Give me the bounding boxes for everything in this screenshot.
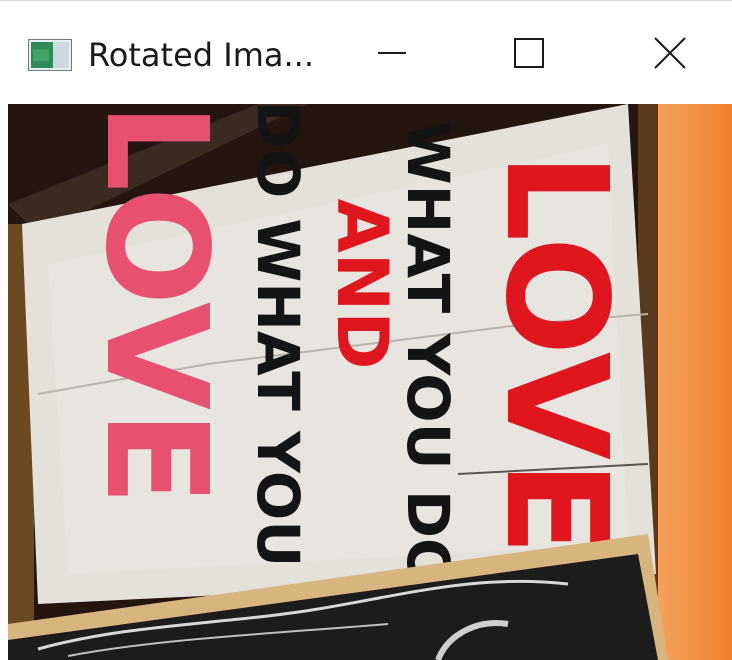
maximize-icon xyxy=(513,37,545,73)
sign-and: AND xyxy=(321,199,403,370)
sign-love-top: LOVE xyxy=(474,152,637,555)
image-app-icon xyxy=(28,39,72,71)
orange-fabric xyxy=(658,104,732,660)
close-icon xyxy=(653,36,687,74)
sign-do-what-you: DO WHAT YOU xyxy=(244,104,312,567)
minimize-button[interactable] xyxy=(344,23,440,87)
title-bar[interactable]: Rotated Ima... xyxy=(0,0,732,105)
close-button[interactable] xyxy=(622,23,718,87)
rotated-image-window: Rotated Ima... LOVE WHAT YOU DO AND DO W… xyxy=(0,0,732,660)
image-canvas: LOVE WHAT YOU DO AND DO WHAT YOU LOVE xyxy=(8,104,732,660)
sign-love-bottom: LOVE xyxy=(74,104,237,506)
maximize-button[interactable] xyxy=(481,23,577,87)
minimize-icon xyxy=(376,37,408,73)
rotated-sign-photo: LOVE WHAT YOU DO AND DO WHAT YOU LOVE xyxy=(8,104,732,660)
sign-what-you-do: WHAT YOU DO xyxy=(394,121,462,588)
window-title: Rotated Ima... xyxy=(88,36,314,74)
